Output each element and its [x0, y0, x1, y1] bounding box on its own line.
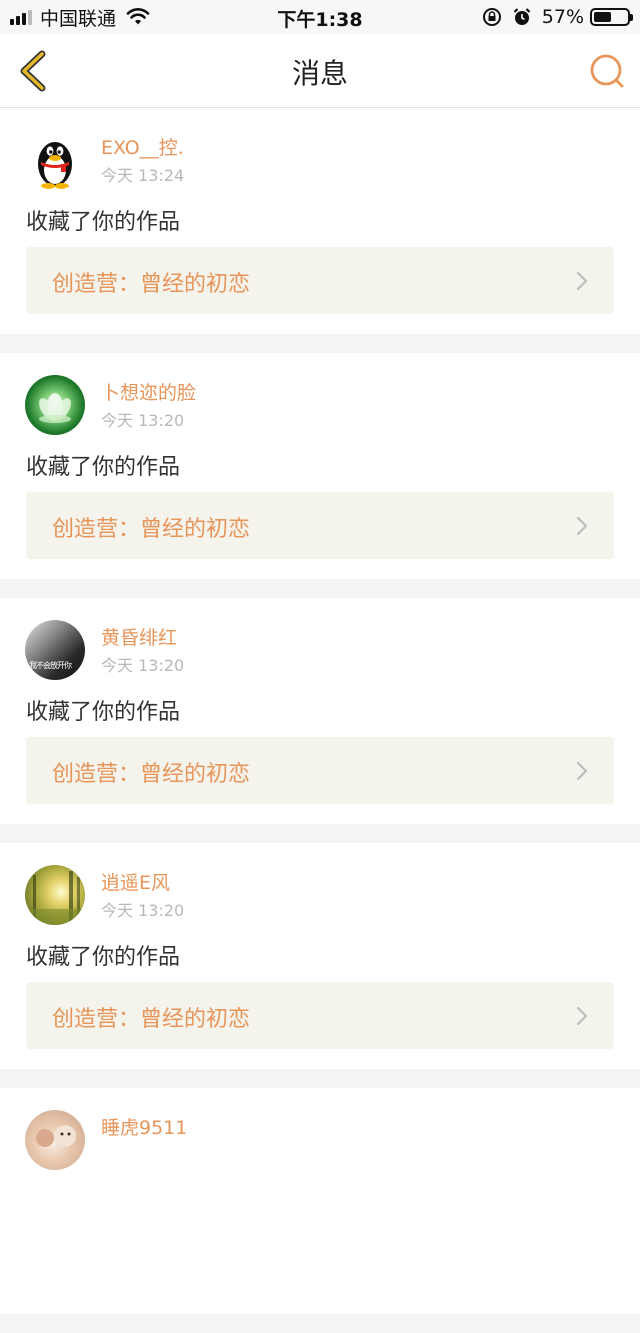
action-text: 收藏了你的作品 — [26, 945, 181, 970]
work-link[interactable]: 创造营：曾经的初恋 — [26, 982, 614, 1049]
timestamp: 今天 13:24 — [101, 166, 185, 185]
username[interactable]: 黄昏绯红 — [101, 623, 177, 650]
avatar[interactable] — [25, 865, 85, 925]
action-text: 收藏了你的作品 — [26, 455, 181, 480]
message-card: 我不会放开你 黄昏绯红 今天 13:20 收藏了你的作品 创造营：曾经的初恋 — [0, 598, 640, 824]
qq-penguin-avatar-icon — [38, 142, 72, 189]
avatar[interactable] — [25, 375, 85, 435]
chevron-right-icon — [576, 516, 588, 536]
message-card: 逍遥E风 今天 13:20 收藏了你的作品 创造营：曾经的初恋 — [0, 843, 640, 1069]
battery-percent: 57% — [541, 6, 584, 28]
search-button[interactable] — [588, 52, 626, 90]
timestamp: 今天 13:20 — [101, 656, 185, 675]
username[interactable]: 卜想迩的脸 — [101, 378, 196, 405]
chevron-right-icon — [576, 761, 588, 781]
forest-avatar-icon — [25, 871, 85, 925]
work-title: 创造营：曾经的初恋 — [52, 762, 251, 787]
avatar[interactable]: 我不会放开你 — [25, 620, 85, 680]
rotation-lock-icon — [482, 8, 501, 26]
action-text: 收藏了你的作品 — [26, 700, 181, 725]
message-card: 睡虎9511 — [0, 1088, 640, 1314]
work-title: 创造营：曾经的初恋 — [52, 272, 251, 297]
avatar[interactable] — [25, 130, 85, 190]
navigation-bar: 消息 — [0, 34, 640, 108]
avatar[interactable] — [25, 1110, 85, 1170]
alarm-clock-icon — [513, 8, 531, 25]
lotus-flower-avatar-icon — [39, 393, 71, 423]
avatar-caption: 我不会放开你 — [29, 661, 72, 670]
battery-level — [594, 12, 612, 22]
status-bar: 中国联通 下午1:38 57% — [0, 0, 640, 34]
timestamp: 今天 13:20 — [101, 901, 185, 920]
battery-icon — [590, 8, 633, 26]
work-title: 创造营：曾经的初恋 — [52, 1007, 251, 1032]
username[interactable]: EXO__控. — [101, 133, 184, 160]
timestamp: 今天 13:20 — [101, 411, 185, 430]
work-title: 创造营：曾经的初恋 — [52, 517, 251, 542]
chevron-right-icon — [576, 1006, 588, 1026]
page-title: 消息 — [291, 57, 348, 90]
pet-avatar-icon — [36, 1125, 76, 1147]
status-right: 57% — [482, 5, 633, 29]
work-link[interactable]: 创造营：曾经的初恋 — [26, 737, 614, 804]
message-card: 卜想迩的脸 今天 13:20 收藏了你的作品 创造营：曾经的初恋 — [0, 353, 640, 579]
chevron-right-icon — [576, 271, 588, 291]
username[interactable]: 逍遥E风 — [101, 868, 170, 895]
username[interactable]: 睡虎9511 — [101, 1113, 187, 1140]
message-card: EXO__控. 今天 13:24 收藏了你的作品 创造营：曾经的初恋 — [0, 108, 640, 334]
work-link[interactable]: 创造营：曾经的初恋 — [26, 492, 614, 559]
message-list: EXO__控. 今天 13:24 收藏了你的作品 创造营：曾经的初恋 卜想迩的脸… — [0, 108, 640, 1333]
action-text: 收藏了你的作品 — [26, 210, 181, 235]
work-link[interactable]: 创造营：曾经的初恋 — [26, 247, 614, 314]
